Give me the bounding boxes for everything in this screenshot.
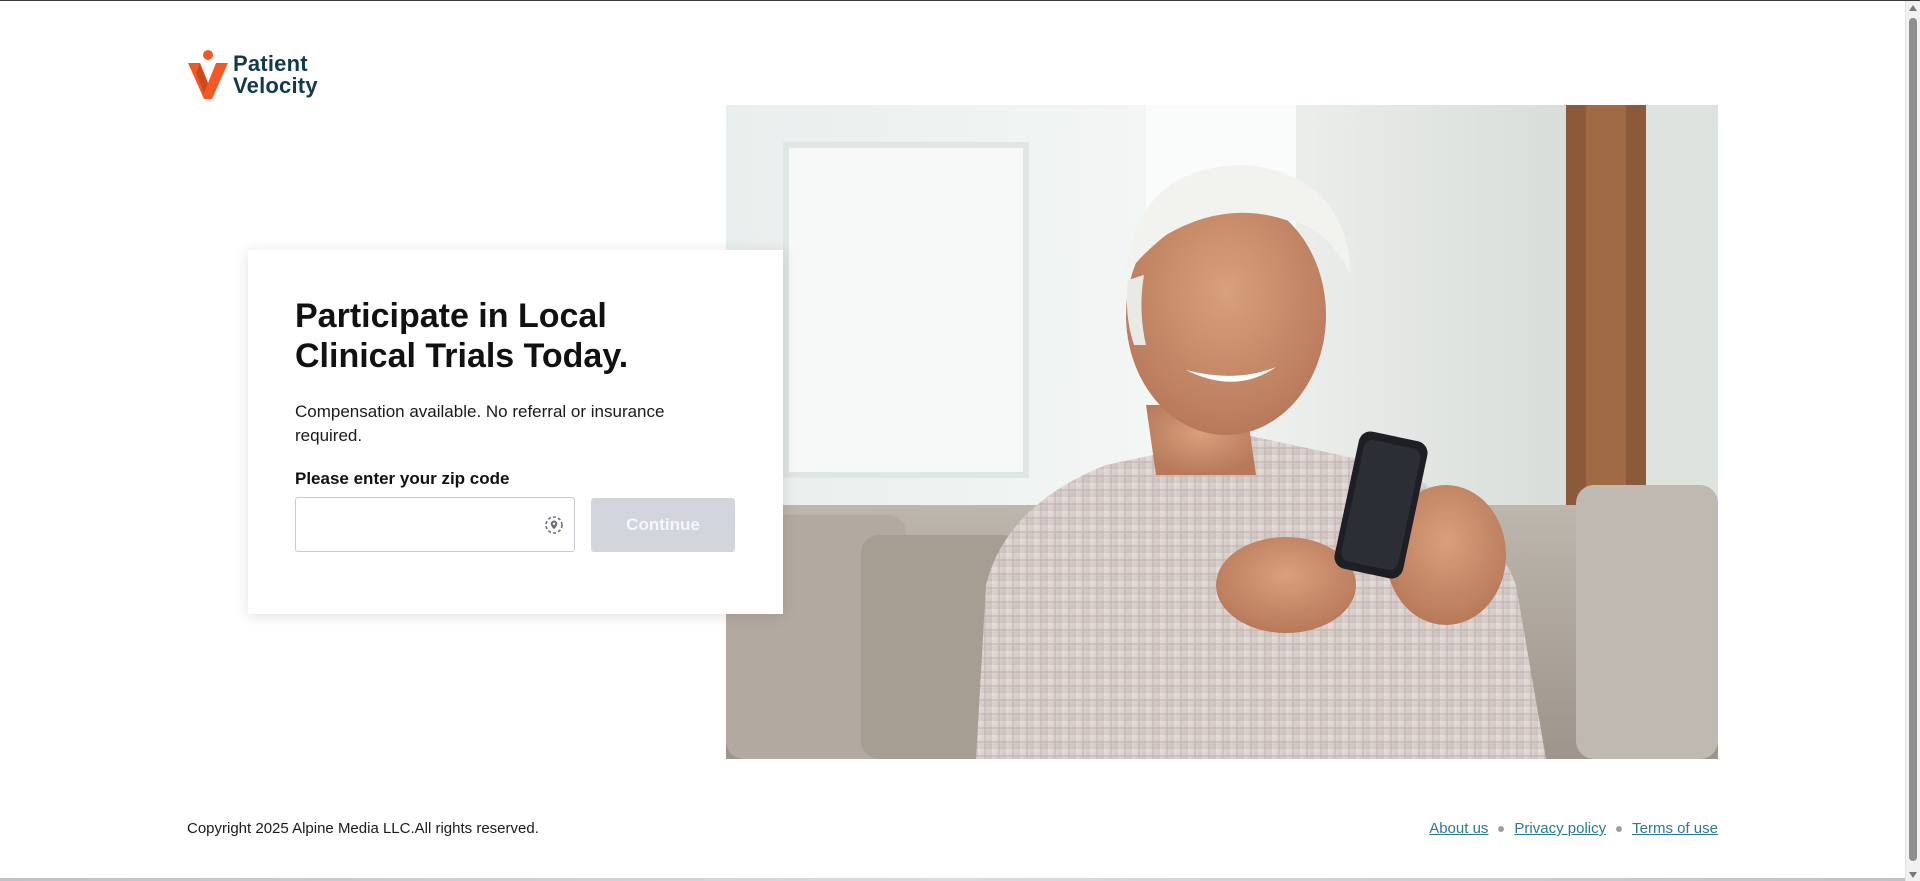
patient-velocity-logo-icon (188, 50, 228, 99)
continue-button[interactable]: Continue (591, 497, 735, 552)
card-title: Participate in Local Clinical Trials Tod… (295, 297, 629, 375)
zip-code-field (295, 497, 575, 552)
location-target-icon[interactable] (542, 513, 566, 537)
page: Patient Velocity Participate in Local Cl… (0, 0, 1920, 881)
brand-name-line2: Velocity (233, 73, 318, 98)
zip-signup-card: Participate in Local Clinical Trials Tod… (248, 250, 783, 614)
zip-form-row: Continue (295, 497, 736, 552)
vertical-scrollbar[interactable] (1905, 1, 1920, 881)
about-us-link[interactable]: About us (1429, 820, 1488, 837)
separator-dot-icon (1616, 825, 1623, 832)
scroll-down-arrow-icon[interactable] (1909, 872, 1917, 878)
scroll-up-arrow-icon[interactable] (1909, 5, 1917, 11)
brand-logo[interactable]: Patient Velocity (187, 49, 318, 101)
hero-photo (726, 105, 1718, 759)
scrollbar-thumb[interactable] (1909, 18, 1917, 861)
footer-links: About us Privacy policy Terms of use (1429, 820, 1718, 837)
separator-dot-icon (1498, 825, 1505, 832)
hero-photo-elderly-man-with-phone-icon (726, 105, 1718, 759)
copyright-text: Copyright 2025 Alpine Media LLC.All righ… (187, 820, 539, 837)
terms-of-use-link[interactable]: Terms of use (1632, 820, 1718, 837)
zip-code-input[interactable] (296, 498, 574, 551)
privacy-policy-link[interactable]: Privacy policy (1514, 820, 1606, 837)
zip-code-label: Please enter your zip code (295, 469, 510, 488)
card-subtitle: Compensation available. No referral or i… (295, 402, 665, 445)
brand-name: Patient Velocity (233, 53, 318, 97)
brand-name-line1: Patient (233, 51, 308, 76)
